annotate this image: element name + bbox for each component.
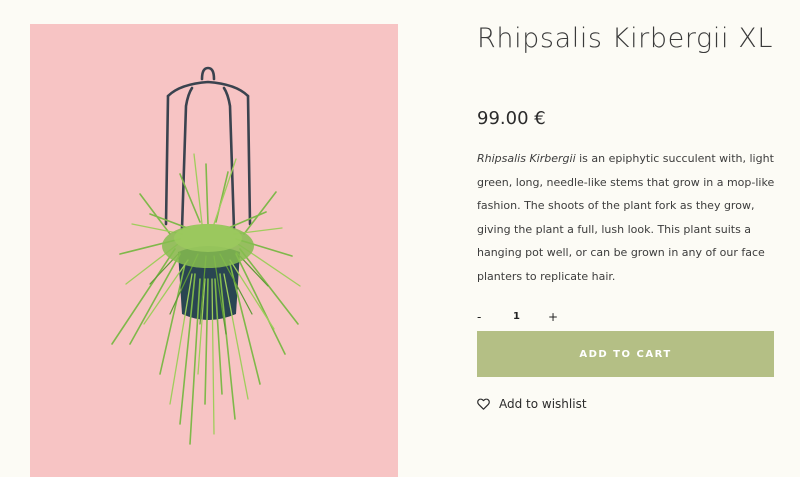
wishlist-label: Add to wishlist xyxy=(499,397,587,411)
product-description: Rhipsalis Kirbergii is an epiphytic succ… xyxy=(477,147,777,288)
description-plant-name: Rhipsalis Kirbergii xyxy=(477,152,576,165)
product-image[interactable] xyxy=(30,24,398,477)
quantity-increment-button[interactable]: + xyxy=(548,307,558,327)
add-to-wishlist-link[interactable]: Add to wishlist xyxy=(477,395,587,413)
heart-icon xyxy=(477,398,490,410)
add-to-cart-button[interactable]: ADD TO CART xyxy=(477,331,774,377)
quantity-decrement-button[interactable]: - xyxy=(477,307,481,327)
description-text: is an epiphytic succulent with, light gr… xyxy=(477,152,775,283)
quantity-stepper: - 1 + xyxy=(477,307,567,327)
quantity-value[interactable]: 1 xyxy=(513,307,520,327)
hanging-plant-illustration xyxy=(111,66,301,445)
product-title: Rhipsalis Kirbergii XL xyxy=(477,23,773,54)
product-price: 99.00 € xyxy=(477,108,546,129)
